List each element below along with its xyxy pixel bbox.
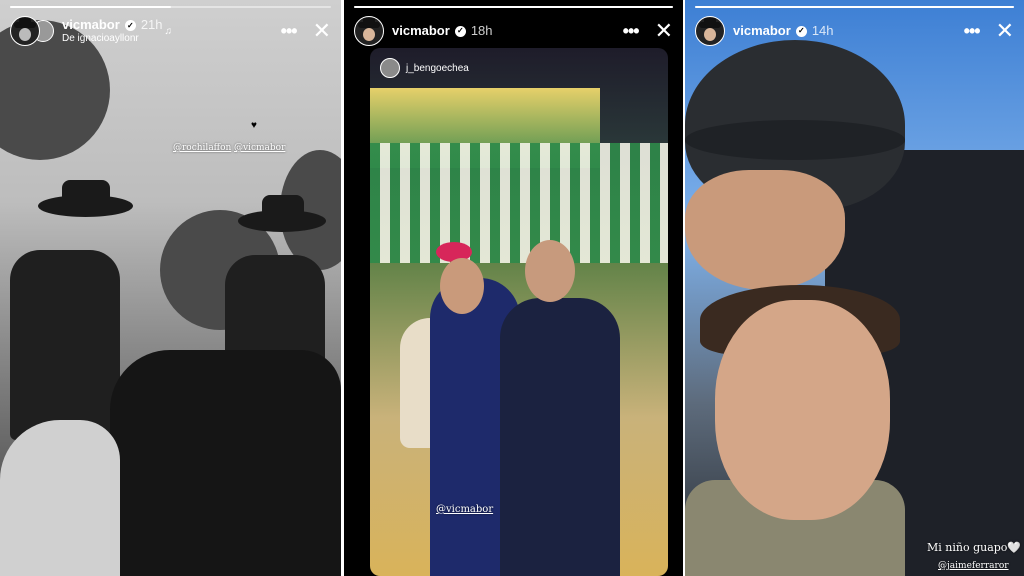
head-figure [440,258,484,314]
more-options-icon[interactable]: ••• [623,21,640,42]
story-header: vicmabor ✓ 21h De ignacioayllonr ♫ ••• ✕ [10,14,331,48]
verified-badge-icon: ✓ [454,25,466,37]
story-caption: Mi niño guapo🤍 [927,541,1022,554]
face-figure [715,300,890,520]
story-progress-bar [10,6,331,8]
story-progress-bar [695,6,1014,8]
close-icon[interactable]: ✕ [655,20,673,42]
username[interactable]: vicmabor [733,23,791,39]
more-options-icon[interactable]: ••• [281,21,298,42]
avatar[interactable] [695,16,725,46]
verified-badge-icon: ✓ [124,19,136,31]
story-panel-3[interactable]: vicmabor ✓ 14h ••• ✕ Mi niño guapo🤍 @jai… [685,0,1024,576]
story-panel-1[interactable]: vicmabor ✓ 21h De ignacioayllonr ♫ ••• ✕… [0,0,341,576]
story-progress-fill [10,6,171,8]
username[interactable]: vicmabor [392,23,450,39]
story-time: 18h [470,22,493,38]
story-time: 21h [140,16,163,32]
hat-figure [62,180,110,208]
rider-figure [10,250,120,440]
mention-tag[interactable]: @jaimeferraror [938,561,1009,571]
shared-from[interactable]: j_bengoechea [380,58,469,78]
music-icon: ♫ [164,25,173,37]
story-time: 14h [811,22,834,38]
avatar[interactable] [354,16,384,46]
shared-post-image[interactable]: j_bengoechea @vicmabor [370,48,668,576]
mention-tag[interactable]: @rochilaffon [173,143,231,153]
story-source[interactable]: De ignacioayllonr [62,33,139,45]
hat-brim-figure [685,120,905,160]
story-progress-fill [354,6,673,8]
horse-figure [110,350,341,576]
story-header: vicmabor ✓ 14h ••• ✕ [695,14,1014,48]
story-header: vicmabor ✓ 18h ••• ✕ [354,14,673,48]
heart-icon: ♥ [251,120,257,131]
verified-badge-icon: ✓ [795,25,807,37]
story-progress-bar [354,6,673,8]
hat-figure [262,195,304,221]
username[interactable]: vicmabor [62,17,120,33]
mention-tag[interactable]: @vicmabor [234,143,285,153]
avatar[interactable] [10,16,40,46]
story-panel-2[interactable]: vicmabor ✓ 18h ••• ✕ j_bengoechea @vicma… [344,0,683,576]
close-icon[interactable]: ✕ [996,20,1014,42]
more-options-icon[interactable]: ••• [964,21,981,42]
man-figure [500,298,620,576]
face-figure [685,170,845,290]
sharer-avatar[interactable] [380,58,400,78]
close-icon[interactable]: ✕ [313,20,331,42]
story-progress-fill [695,6,1014,8]
mention-tag[interactable]: @vicmabor [436,504,493,515]
sharer-username[interactable]: j_bengoechea [406,63,469,74]
horse-figure [0,420,120,576]
striped-tent-decoration [370,143,668,263]
head-figure [525,240,575,302]
